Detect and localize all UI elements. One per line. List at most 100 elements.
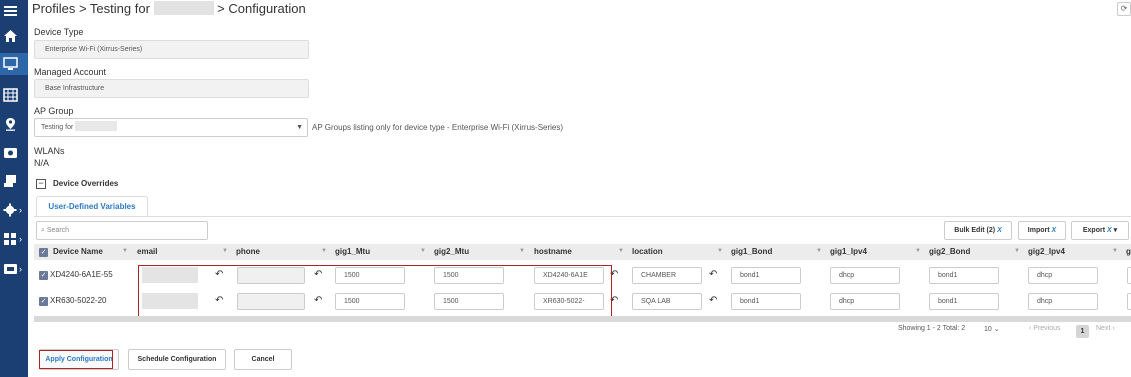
gig2-bond-field[interactable]: bond1: [929, 293, 999, 310]
breadcrumb-profiles[interactable]: Profiles > Testing for: [32, 1, 150, 16]
previous-page-button[interactable]: ‹ Previous: [1029, 325, 1061, 332]
sort-icon[interactable]: ▼: [519, 248, 525, 254]
location-field[interactable]: SQA LAB: [632, 293, 702, 310]
menu-icon[interactable]: [0, 0, 28, 22]
col-gig2-bond[interactable]: gig2_Bond: [929, 244, 970, 260]
table-header: ✓ Device Name ▼ email ▼ phone ▼ gig1_Mtu…: [34, 244, 1131, 260]
gig1-bond-field[interactable]: bond1: [731, 267, 801, 284]
location-field[interactable]: CHAMBER: [632, 267, 702, 284]
import-label: Import: [1027, 227, 1050, 234]
col-gig1-ipv4[interactable]: gig1_Ipv4: [830, 244, 867, 260]
sort-icon[interactable]: ▼: [1014, 248, 1020, 254]
breadcrumb-configuration: > Configuration: [217, 1, 306, 16]
monitor-icon: [3, 57, 18, 70]
ap-group-value: Testing for: [41, 124, 74, 131]
wlans-value: N/A: [34, 158, 50, 168]
pagination-summary: Showing 1 - 2 Total: 2: [898, 325, 966, 332]
sort-icon[interactable]: ▼: [915, 248, 921, 254]
gig2-ipv4-field[interactable]: dhcp: [1028, 267, 1098, 284]
hamburger-icon: [4, 6, 17, 16]
next-page-button[interactable]: Next ›: [1096, 325, 1115, 332]
col-gig2-ipv4[interactable]: gig2_Ipv4: [1028, 244, 1065, 260]
cancel-button[interactable]: Cancel: [234, 349, 292, 370]
sidebar-item-settings[interactable]: ›: [0, 199, 28, 221]
caret-down-icon: ▼: [296, 124, 303, 131]
tab-user-defined-variables[interactable]: User-Defined Variables: [36, 196, 148, 217]
export-label: Export: [1082, 227, 1106, 234]
breadcrumb: Profiles > Testing for > Configuration: [32, 1, 306, 16]
sort-icon[interactable]: ▼: [321, 248, 327, 254]
sidebar-item-network[interactable]: ›: [0, 228, 28, 250]
sort-icon[interactable]: ▼: [222, 248, 228, 254]
screen-icon: [4, 264, 17, 274]
truncated-field[interactable]: [1127, 267, 1131, 284]
device-name-cell: XD4240-6A1E-55: [50, 270, 113, 279]
sidebar-item-table[interactable]: [0, 84, 28, 106]
bulk-edit-label: Bulk Edit (2): [954, 227, 996, 234]
col-gig2-mtu[interactable]: gig2_Mtu: [434, 244, 469, 260]
sidebar-item-screen[interactable]: ›: [0, 258, 28, 280]
sidebar: › › ›: [0, 0, 28, 377]
col-email[interactable]: email: [137, 244, 157, 260]
page-1-button[interactable]: 1: [1076, 325, 1089, 338]
col-hostname[interactable]: hostname: [534, 244, 572, 260]
ap-group-select[interactable]: Testing for ▼: [34, 118, 308, 137]
bulk-edit-button[interactable]: Bulk Edit (2) X: [944, 221, 1012, 240]
table-icon: [3, 88, 18, 102]
search-placeholder: Search: [46, 227, 70, 234]
sort-icon[interactable]: ▼: [816, 248, 822, 254]
row-checkbox[interactable]: ✓: [39, 297, 48, 306]
sort-icon[interactable]: ▼: [122, 248, 128, 254]
gig1-ipv4-field[interactable]: dhcp: [830, 293, 900, 310]
highlight-box: [138, 265, 612, 317]
col-location[interactable]: location: [632, 244, 663, 260]
variables-panel: ⌕ Search Bulk Edit (2) X Import X Export…: [34, 216, 1131, 346]
import-button[interactable]: Import X: [1018, 221, 1066, 240]
chevron-right-icon: ›: [19, 234, 22, 244]
device-type-field: Enterprise Wi-Fi (Xirrus-Series): [34, 40, 309, 59]
managed-account-label: Managed Account: [34, 67, 107, 77]
refresh-button[interactable]: ⟳: [1117, 2, 1131, 16]
page-size-value: 10: [984, 326, 992, 333]
sort-icon[interactable]: ▼: [1112, 248, 1118, 254]
gig1-bond-field[interactable]: bond1: [731, 293, 801, 310]
sidebar-item-camera[interactable]: [0, 142, 28, 164]
undo-icon[interactable]: ↶: [709, 269, 717, 280]
gear-icon: [3, 203, 17, 217]
x-icon: X: [1051, 227, 1057, 234]
sort-icon[interactable]: ▼: [618, 248, 624, 254]
col-phone[interactable]: phone: [236, 244, 260, 260]
sidebar-item-devices[interactable]: [0, 53, 28, 75]
main-content: Profiles > Testing for > Configuration ⟳…: [28, 0, 1131, 377]
sidebar-item-device-user[interactable]: [0, 170, 28, 192]
col-gig1-mtu[interactable]: gig1_Mtu: [335, 244, 370, 260]
x-icon: X: [1106, 227, 1112, 234]
schedule-configuration-button[interactable]: Schedule Configuration: [128, 349, 226, 370]
network-icon: [4, 233, 16, 245]
chevron-right-icon: ›: [19, 205, 22, 215]
col-gig1-bond[interactable]: gig1_Bond: [731, 244, 772, 260]
select-all-checkbox[interactable]: ✓: [39, 248, 48, 257]
truncated-field[interactable]: [1127, 293, 1131, 310]
caret-down-icon: ▾: [1113, 227, 1118, 234]
search-input[interactable]: ⌕ Search: [36, 221, 208, 240]
collapse-toggle-icon[interactable]: −: [36, 179, 46, 189]
undo-icon[interactable]: ↶: [709, 295, 717, 306]
sort-icon[interactable]: ▼: [717, 248, 723, 254]
export-button[interactable]: Export X ▾: [1071, 221, 1129, 240]
x-icon: X: [997, 227, 1002, 234]
gig2-ipv4-field[interactable]: dhcp: [1028, 293, 1098, 310]
redacted-ap-group: [75, 121, 118, 131]
sort-icon[interactable]: ▼: [420, 248, 426, 254]
search-icon: ⌕: [41, 227, 45, 234]
horizontal-scrollbar[interactable]: [34, 316, 1131, 322]
gig1-ipv4-field[interactable]: dhcp: [830, 267, 900, 284]
col-g-truncated[interactable]: g: [1126, 244, 1131, 260]
sidebar-item-home[interactable]: [0, 25, 28, 47]
row-checkbox[interactable]: ✓: [39, 271, 48, 280]
page-size-select[interactable]: 10 ⌄: [984, 325, 1000, 333]
sidebar-item-location[interactable]: [0, 113, 28, 135]
ap-group-note: AP Groups listing only for device type -…: [312, 123, 564, 132]
col-device-name[interactable]: Device Name: [53, 244, 103, 260]
gig2-bond-field[interactable]: bond1: [929, 267, 999, 284]
